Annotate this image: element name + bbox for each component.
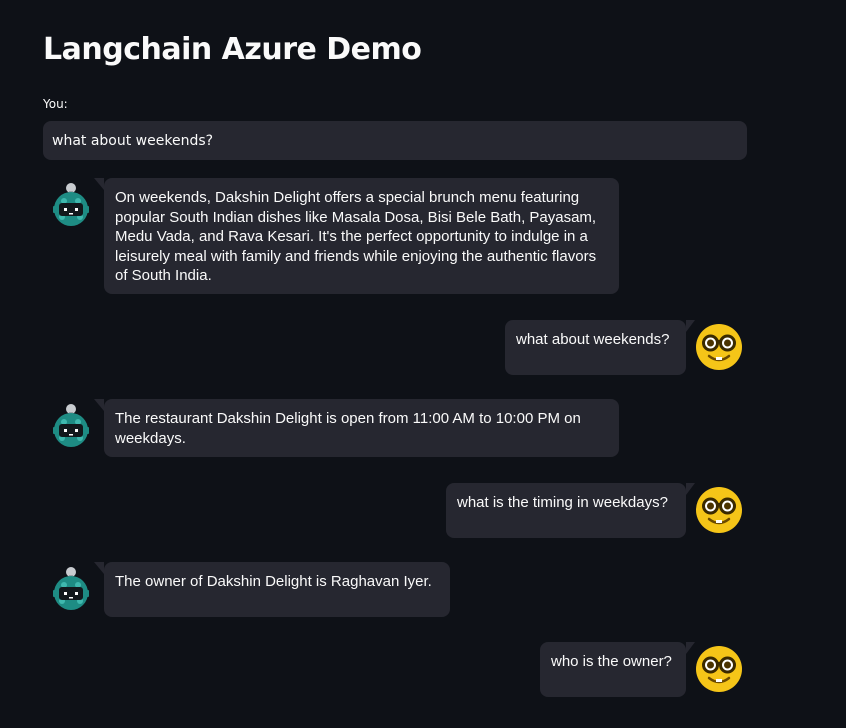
page-title: Langchain Azure Demo <box>43 32 422 67</box>
bot-message: On weekends, Dakshin Delight offers a sp… <box>94 178 619 294</box>
bot-message: The owner of Dakshin Delight is Raghavan… <box>94 562 450 617</box>
nerd-face-icon <box>695 645 743 693</box>
robot-icon <box>47 180 95 228</box>
user-message: what is the timing in weekdays? <box>446 483 695 538</box>
user-message: what about weekends? <box>505 320 695 375</box>
chat-input[interactable] <box>43 121 747 160</box>
bot-message: The restaurant Dakshin Delight is open f… <box>94 399 619 457</box>
input-label: You: <box>43 97 68 111</box>
nerd-face-icon <box>695 486 743 534</box>
nerd-face-icon <box>695 323 743 371</box>
robot-icon <box>47 401 95 449</box>
user-message: who is the owner? <box>540 642 695 697</box>
app-root: Langchain Azure Demo You: On weekends, D… <box>0 0 846 728</box>
robot-icon <box>47 564 95 612</box>
